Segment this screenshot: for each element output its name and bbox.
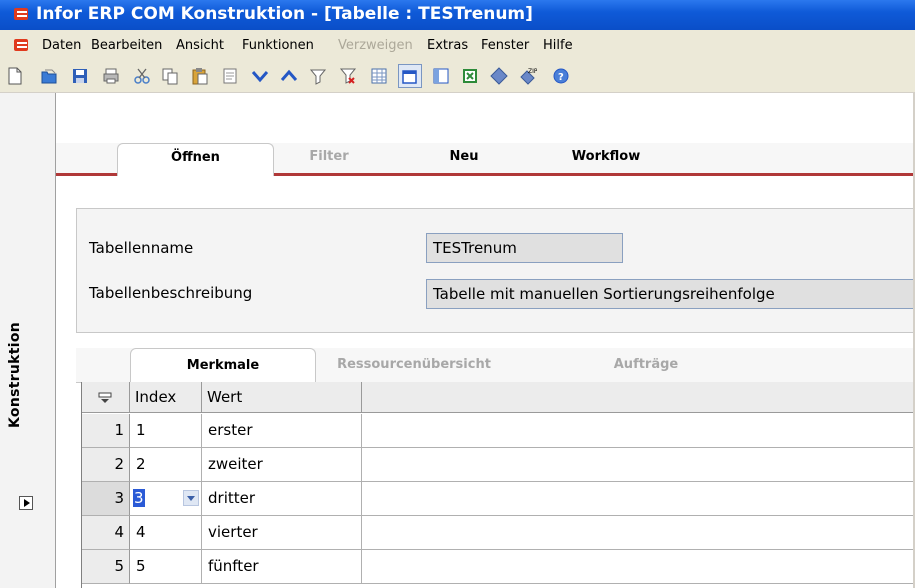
wert-cell[interactable]: zweiter	[202, 448, 362, 482]
menu-extras[interactable]: Extras	[427, 38, 468, 53]
detail-tabs: Merkmale Ressourcenübersicht Aufträge	[76, 348, 915, 383]
grid-settings-icon	[98, 392, 112, 403]
empty-cell	[362, 516, 915, 550]
row-number[interactable]: 3	[82, 482, 130, 516]
menu-ansicht[interactable]: Ansicht	[176, 38, 224, 53]
table-description-label: Tabellenbeschreibung	[89, 284, 253, 302]
chevron-down-icon[interactable]	[183, 490, 199, 506]
cut-icon[interactable]	[133, 67, 151, 85]
tab-merkmale[interactable]: Merkmale	[130, 348, 316, 383]
save-icon[interactable]	[71, 67, 89, 85]
empty-cell	[362, 550, 915, 584]
wert-cell[interactable]: dritter	[202, 482, 362, 516]
window-icon[interactable]	[398, 64, 422, 88]
table-row[interactable]: 5 5 fünfter	[82, 550, 915, 584]
menu-funktionen[interactable]: Funktionen	[242, 38, 314, 53]
row-header-corner[interactable]	[82, 382, 130, 413]
column-header-empty	[362, 382, 915, 413]
menu-bearbeiten[interactable]: Bearbeiten	[91, 38, 162, 53]
side-panel-label: Konstruktion	[7, 321, 23, 428]
wert-cell[interactable]: fünfter	[202, 550, 362, 584]
empty-cell	[362, 482, 915, 516]
paste-icon[interactable]	[191, 67, 209, 85]
menu-hilfe[interactable]: Hilfe	[543, 38, 573, 53]
copy-icon[interactable]	[161, 67, 179, 85]
empty-cell	[362, 414, 915, 448]
tab-ressourcenuebersicht[interactable]: Ressourcenübersicht	[324, 348, 504, 382]
empty-cell	[362, 448, 915, 482]
menu-daten[interactable]: Daten	[42, 38, 81, 53]
clear-filter-icon[interactable]	[339, 67, 357, 85]
infor-logo-icon	[14, 8, 30, 22]
tab-oeffnen[interactable]: Öffnen	[117, 143, 274, 176]
table-row[interactable]: 1 1 erster	[82, 414, 915, 448]
tab-neu[interactable]: Neu	[424, 143, 504, 173]
help-icon[interactable]: ?	[552, 67, 570, 85]
open-icon[interactable]	[40, 67, 58, 85]
svg-text:?: ?	[558, 72, 564, 83]
row-number[interactable]: 2	[82, 448, 130, 482]
new-icon[interactable]	[6, 67, 24, 85]
wert-cell[interactable]: erster	[202, 414, 362, 448]
column-header-wert[interactable]: Wert	[202, 382, 362, 413]
index-cell[interactable]: 1	[130, 414, 202, 448]
arrow-up-icon[interactable]	[280, 67, 298, 85]
menu-fenster[interactable]: Fenster	[481, 38, 529, 53]
print-icon[interactable]	[102, 67, 120, 85]
tab-auftraege[interactable]: Aufträge	[596, 348, 696, 382]
values-grid: Index Wert 1 1 erster 2 2 zweiter 3 3 dr…	[81, 382, 915, 588]
filter-icon[interactable]	[309, 67, 327, 85]
table-row[interactable]: 4 4 vierter	[82, 516, 915, 550]
window-title: Infor ERP COM Konstruktion - [Tabelle : …	[36, 4, 533, 24]
index-cell[interactable]: 4	[130, 516, 202, 550]
action-tabs: Öffnen Filter Neu Workflow	[56, 143, 915, 176]
row-number[interactable]: 1	[82, 414, 130, 448]
index-cell[interactable]: 2	[130, 448, 202, 482]
index-cell[interactable]: 5	[130, 550, 202, 584]
table-name-label: Tabellenname	[89, 239, 194, 257]
table-row[interactable]: 2 2 zweiter	[82, 448, 915, 482]
diamond-icon[interactable]	[490, 67, 508, 85]
side-panel: Konstruktion	[0, 93, 56, 588]
menu-bar: Daten Bearbeiten Ansicht Funktionen Verz…	[0, 30, 915, 60]
table-header-form: Tabellenname TESTrenum Tabellenbeschreib…	[76, 208, 915, 333]
panel-icon[interactable]	[432, 67, 450, 85]
index-dropdown-value[interactable]: 3	[133, 489, 145, 507]
svg-text:ZIP: ZIP	[528, 68, 537, 75]
row-number[interactable]: 4	[82, 516, 130, 550]
column-header-index[interactable]: Index	[130, 382, 202, 413]
table-view-icon[interactable]	[370, 67, 388, 85]
arrow-down-icon[interactable]	[251, 67, 269, 85]
wert-cell[interactable]: vierter	[202, 516, 362, 550]
table-row[interactable]: 3 3 dritter	[82, 482, 915, 516]
zip-icon[interactable]: ZIP	[519, 67, 537, 85]
menu-logo-icon[interactable]	[14, 39, 30, 53]
tab-filter[interactable]: Filter	[289, 143, 369, 173]
table-description-field[interactable]: Tabelle mit manuellen Sortierungsreihenf…	[426, 279, 915, 309]
expand-panel-icon[interactable]	[19, 496, 33, 510]
row-number[interactable]: 5	[82, 550, 130, 584]
title-bar[interactable]: Infor ERP COM Konstruktion - [Tabelle : …	[0, 0, 915, 30]
excel-icon[interactable]	[461, 67, 479, 85]
menu-verzweigen: Verzweigen	[338, 38, 413, 53]
toolbar: ZIP ?	[0, 60, 915, 93]
page-icon[interactable]	[221, 67, 239, 85]
index-dropdown[interactable]: 3	[130, 482, 202, 516]
tab-workflow[interactable]: Workflow	[556, 143, 656, 173]
table-name-field[interactable]: TESTrenum	[426, 233, 623, 263]
